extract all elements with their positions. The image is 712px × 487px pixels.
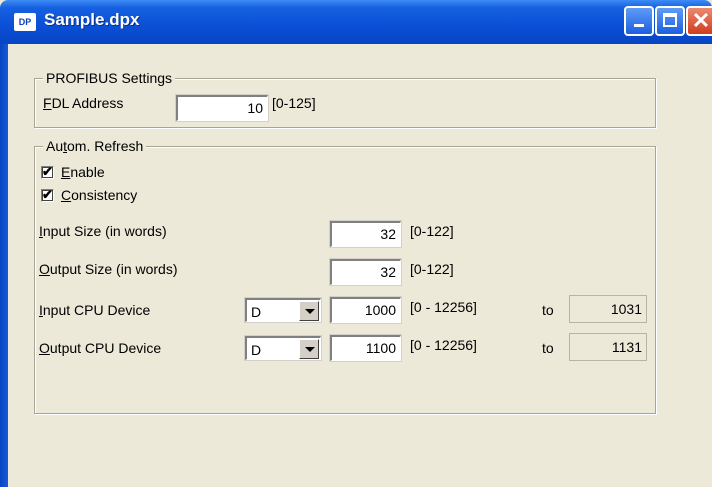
chevron-down-icon xyxy=(305,347,315,352)
title-bar[interactable]: DP Sample.dpx ✕ xyxy=(0,0,712,44)
input-size-range: [0-122] xyxy=(410,223,454,239)
app-icon: DP xyxy=(14,13,36,31)
output-cpu-to-label: to xyxy=(542,340,554,356)
input-cpu-start-input[interactable]: 1000 xyxy=(329,296,402,324)
input-cpu-to-label: to xyxy=(542,302,554,318)
check-icon: ✔ xyxy=(42,164,53,179)
fdl-address-range: [0-125] xyxy=(272,95,316,111)
close-icon: ✕ xyxy=(691,8,711,33)
output-size-range: [0-122] xyxy=(410,261,454,277)
maximize-button[interactable] xyxy=(655,6,685,36)
check-icon: ✔ xyxy=(42,187,53,202)
output-size-label: Output Size (in words) xyxy=(39,261,178,277)
maximize-icon xyxy=(663,13,677,27)
fdl-address-label: FDL Address xyxy=(43,95,124,111)
output-cpu-range: [0 - 12256] xyxy=(410,337,477,353)
minimize-icon xyxy=(634,24,644,27)
output-cpu-device-value: D xyxy=(251,342,262,358)
input-cpu-device-label: Input CPU Device xyxy=(39,302,151,318)
output-cpu-end-value: 1131 xyxy=(569,333,647,361)
output-cpu-device-select[interactable]: D xyxy=(244,335,322,361)
input-cpu-end-value: 1031 xyxy=(569,295,647,323)
minimize-button[interactable] xyxy=(624,6,654,36)
input-cpu-range: [0 - 12256] xyxy=(410,299,477,315)
window-title: Sample.dpx xyxy=(44,10,140,29)
input-cpu-device-value: D xyxy=(251,304,262,320)
output-cpu-start-input[interactable]: 1100 xyxy=(329,334,402,362)
dialog-body: PROFIBUS Settings FDL Address 10 [0-125]… xyxy=(8,44,712,487)
input-size-label: Input Size (in words) xyxy=(39,223,167,239)
enable-checkbox[interactable]: ✔ xyxy=(41,164,54,179)
fdl-address-input[interactable]: 10 xyxy=(175,94,269,122)
chevron-down-icon xyxy=(305,309,315,314)
window: DP Sample.dpx ✕ PROFIBUS Settings FDL Ad… xyxy=(0,0,712,487)
refresh-group-title: Autom. Refresh xyxy=(43,137,147,155)
input-cpu-dropdown-button[interactable] xyxy=(299,301,319,321)
output-cpu-dropdown-button[interactable] xyxy=(299,339,319,359)
input-cpu-device-select[interactable]: D xyxy=(244,297,322,323)
close-button[interactable]: ✕ xyxy=(686,6,712,36)
output-cpu-device-label: Output CPU Device xyxy=(39,340,162,356)
consistency-label[interactable]: Consistency xyxy=(61,186,137,204)
input-size-input[interactable]: 32 xyxy=(329,220,402,248)
window-left-border xyxy=(0,44,8,487)
enable-label[interactable]: Enable xyxy=(61,163,105,181)
consistency-checkbox[interactable]: ✔ xyxy=(41,187,54,202)
profibus-group-title: PROFIBUS Settings xyxy=(43,69,176,87)
output-size-input[interactable]: 32 xyxy=(329,258,402,286)
profibus-settings-group: PROFIBUS Settings xyxy=(34,69,656,128)
